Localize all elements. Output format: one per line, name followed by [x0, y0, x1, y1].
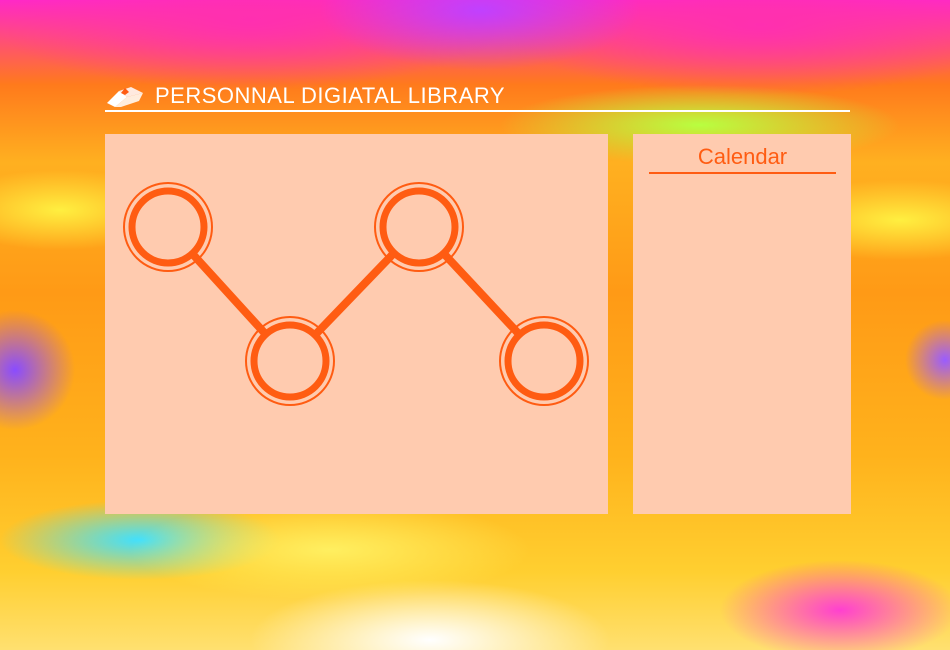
main-panel [105, 134, 608, 514]
calendar-title: Calendar [697, 144, 788, 169]
node-circle-4 [499, 316, 589, 406]
app-header: PERSONNAL DIGIATAL LIBRARY [105, 80, 850, 112]
calendar-panel: Calendar [633, 134, 851, 514]
connected-circles-zigzag-icon [123, 182, 589, 406]
node-circle-1 [123, 182, 213, 272]
node-circle-3 [374, 182, 464, 272]
calendar-divider [649, 172, 836, 174]
app-title: PERSONNAL DIGIATAL LIBRARY [155, 83, 506, 108]
open-book-icon[interactable] [105, 83, 145, 109]
node-circle-2 [245, 316, 335, 406]
header-divider [105, 110, 850, 112]
